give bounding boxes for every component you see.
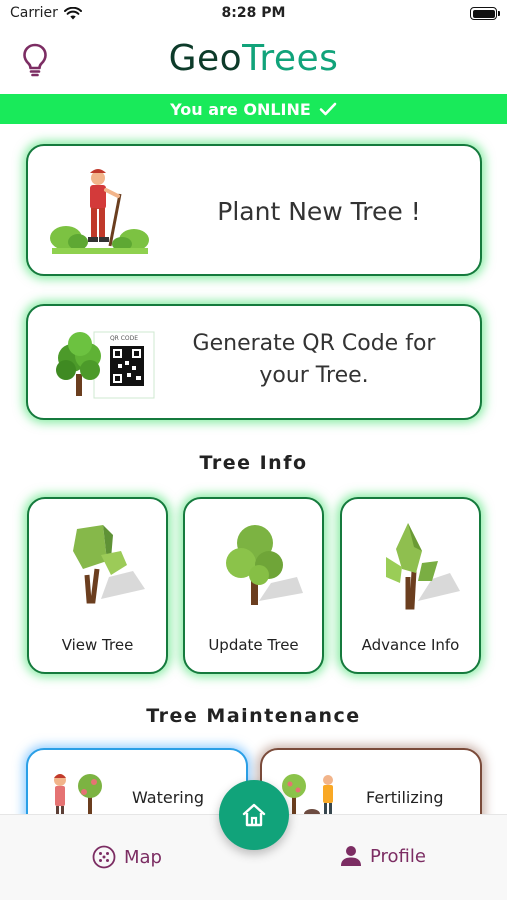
update-tree-button[interactable]: Update Tree	[183, 497, 324, 674]
gardener-illustration	[50, 169, 149, 254]
online-status-banner: You are ONLINE	[0, 94, 507, 124]
nav-map-label: Map	[124, 846, 162, 868]
view-tree-label: View Tree	[61, 636, 134, 654]
clock: 8:28 PM	[221, 5, 286, 21]
person-icon	[341, 846, 361, 866]
tree-info-title: Tree Info	[199, 452, 308, 474]
checkmark-icon	[319, 102, 337, 116]
generate-qr-label-line1: Generate QR Code for	[192, 331, 436, 356]
view-tree-illustration	[73, 525, 145, 604]
watering-illustration	[54, 774, 102, 818]
nav-profile-label: Profile	[370, 845, 426, 867]
map-grid-icon	[92, 845, 116, 869]
plant-new-tree-label: Plant New Tree !	[217, 197, 421, 226]
advance-info-button[interactable]: Advance Info	[340, 497, 481, 674]
fertilizing-label: Fertilizing	[366, 788, 444, 807]
home-icon	[242, 803, 266, 827]
view-tree-button[interactable]: View Tree	[27, 497, 168, 674]
home-button[interactable]	[219, 780, 289, 850]
advance-info-illustration	[386, 523, 460, 610]
update-tree-illustration	[226, 525, 303, 605]
qr-caption: QR CODE	[110, 335, 138, 342]
battery-icon	[470, 7, 500, 20]
update-tree-label: Update Tree	[208, 636, 299, 654]
app-title-geo: Geo	[168, 38, 243, 79]
app-header: GeoTrees	[0, 32, 507, 92]
app-title: GeoTrees	[0, 38, 507, 79]
generate-qr-label-line2: your Tree.	[259, 362, 369, 388]
watering-label: Watering	[132, 788, 205, 807]
status-bar: Carrier 8:28 PM	[0, 0, 507, 30]
generate-qr-button[interactable]: QR CODE Generate QR Code for your Tree.	[26, 304, 482, 420]
generate-qr-label: Generate QR Code for your Tree.	[168, 328, 460, 392]
fertilizing-illustration	[282, 774, 333, 819]
plant-new-tree-button[interactable]: Plant New Tree !	[26, 144, 482, 276]
advance-info-label: Advance Info	[361, 636, 460, 654]
nav-map-tab[interactable]: Map	[92, 845, 162, 869]
tree-maintenance-title: Tree Maintenance	[146, 705, 361, 727]
online-status-text: You are ONLINE	[170, 99, 311, 119]
nav-profile-tab[interactable]: Profile	[340, 845, 426, 867]
tree-qr-illustration: QR CODE	[56, 331, 155, 399]
app-title-trees: Trees	[242, 38, 339, 79]
